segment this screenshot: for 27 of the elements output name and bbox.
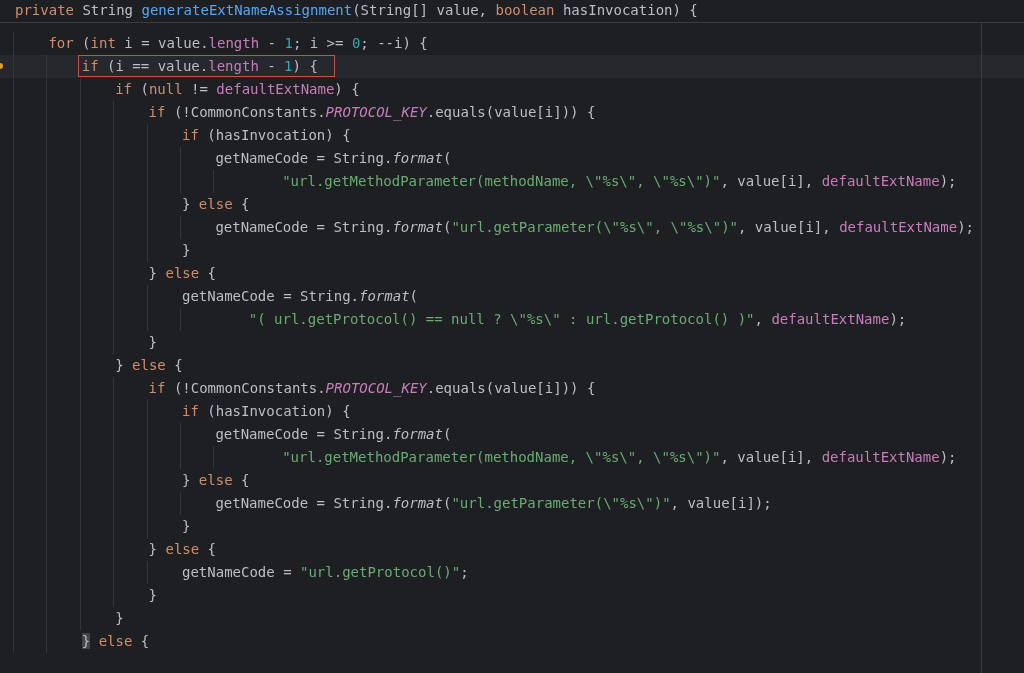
code-line: } [115,610,124,626]
code-line: } else { [81,633,150,649]
code-line: } [148,334,158,350]
code-line: for (int i = value.length - 1; i >= 0; --i) { [48,35,428,51]
code-line: "url.getMethodParameter(methodName, \"%s\", \"%s\")", value[i], defaultExtName); [282,173,957,189]
code-line: } else { [182,196,250,212]
code-line: } else { [182,472,250,488]
code-line: } [182,518,191,534]
code-line: getNameCode = String.format( [215,426,452,442]
code-line: } [148,587,158,603]
code-line: } else { [148,541,217,557]
code-line: } [182,242,191,258]
code-line: getNameCode = "url.getProtocol()"; [182,564,469,580]
code-line: if (null != defaultExtName) { [115,81,360,97]
code-line: getNameCode = String.format("url.getParameter(\"%s\")", value[i]); [215,495,772,511]
code-line: } else { [115,357,183,373]
code-line: if (hasInvocation) { [182,403,351,419]
code-line: } else { [148,265,217,281]
code-line: if (hasInvocation) { [182,127,351,143]
code-line: "url.getMethodParameter(methodName, \"%s\", \"%s\")", value[i], defaultExtName); [282,449,957,465]
code-line: private String generateExtNameAssignment(String[] value, boolean hasInvocation) { [15,2,698,18]
code-line: getNameCode = String.format( [215,150,452,166]
code-line: getNameCode = String.format( [182,288,419,304]
code-line: "( url.getProtocol() == null ? \"%s\" : url.getProtocol() )", defaultExtName); [248,311,907,327]
code-line: if (!CommonConstants.PROTOCOL_KEY.equals(value[i])) { [148,380,596,396]
code-line: if (!CommonConstants.PROTOCOL_KEY.equals(value[i])) { [148,104,596,120]
code-line: getNameCode = String.format("url.getParameter(\"%s\", \"%s\")", value[i], defaultExtName); [215,219,975,235]
